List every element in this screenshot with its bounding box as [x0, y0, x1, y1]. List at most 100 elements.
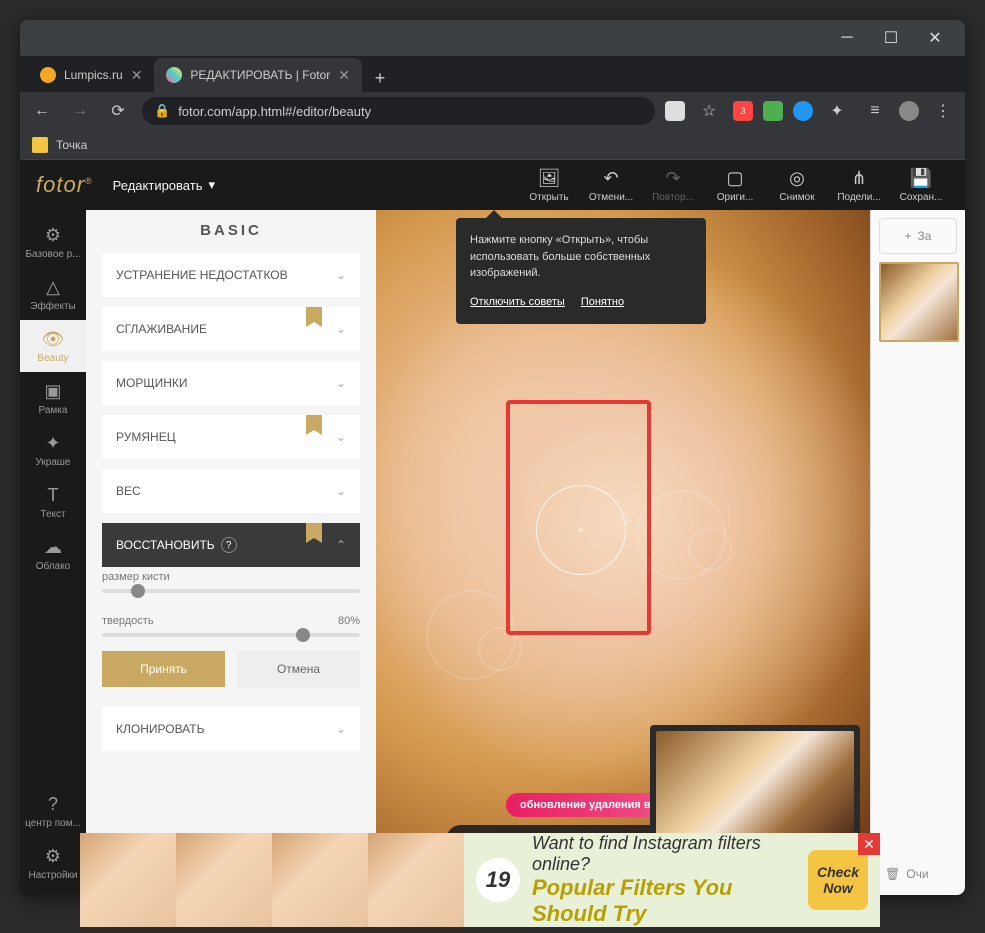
- url-input[interactable]: 🔒 fotor.com/app.html#/editor/beauty: [142, 97, 655, 125]
- cancel-button[interactable]: Отмена: [237, 651, 360, 687]
- gear-icon: ⚙: [45, 846, 61, 867]
- bookmarks-bar: Точка: [20, 130, 965, 160]
- chevron-up-icon: ⌃: [336, 538, 346, 552]
- browser-tabs: Lumpics.ru ✕ РЕДАКТИРОВАТЬ | Fotor ✕ +: [20, 56, 965, 92]
- sidebar-label: Базовое р...: [25, 249, 80, 260]
- apply-button[interactable]: Принять: [102, 651, 225, 687]
- side-nav: ⚙Базовое р... △Эффекты 👁Beauty ▣Рамка ✦У…: [20, 210, 86, 895]
- star-icon[interactable]: ☆: [695, 97, 723, 125]
- reading-list-icon[interactable]: ≡: [861, 97, 889, 125]
- cta-text: Now: [823, 880, 853, 896]
- brush-size-slider[interactable]: [102, 589, 360, 593]
- disable-hints-link[interactable]: Отключить советы: [470, 294, 565, 311]
- chevron-down-icon: ▾: [208, 177, 215, 193]
- got-it-link[interactable]: Понятно: [581, 294, 624, 311]
- chevron-down-icon: ⌄: [336, 484, 346, 498]
- upload-button[interactable]: + За: [879, 218, 957, 254]
- sidebar-item-effects[interactable]: △Эффекты: [20, 268, 86, 320]
- forward-button[interactable]: →: [66, 97, 94, 125]
- panel-item-restore[interactable]: ВОССТАНОВИТЬ?⌃: [102, 523, 360, 567]
- premium-badge-icon: [306, 415, 322, 435]
- hardness-slider[interactable]: [102, 633, 360, 637]
- minimize-button[interactable]: ─: [825, 23, 869, 53]
- share-button[interactable]: ⋔ Подели...: [831, 168, 887, 203]
- premium-badge-icon: [306, 307, 322, 327]
- back-button[interactable]: ←: [28, 97, 56, 125]
- original-button[interactable]: ▢Ориги...: [707, 168, 763, 203]
- chevron-down-icon: ⌄: [336, 322, 346, 336]
- panel-title: BASIC: [86, 222, 376, 239]
- premium-badge-icon: [306, 523, 322, 543]
- undo-button[interactable]: ↶Отмени...: [583, 168, 639, 203]
- redo-button[interactable]: ↷Повтор...: [645, 168, 701, 203]
- brush-cursor: +: [536, 485, 626, 575]
- address-bar: ← → ⟳ 🔒 fotor.com/app.html#/editor/beaut…: [20, 92, 965, 130]
- extensions-icon[interactable]: ✦: [823, 97, 851, 125]
- item-label: СГЛАЖИВАНИЕ: [116, 322, 207, 336]
- tool-label: Ориги...: [717, 192, 754, 203]
- sidebar-item-beauty[interactable]: 👁Beauty: [20, 320, 86, 372]
- tool-label: Повтор...: [652, 192, 694, 203]
- tool-label: Подели...: [837, 192, 880, 203]
- canvas-area[interactable]: + Нажмите кнопку «Открыть», чтобы исполь…: [376, 210, 870, 895]
- star-icon: ✦: [45, 433, 60, 454]
- extension-icon[interactable]: [793, 101, 813, 121]
- tab-close-icon[interactable]: ✕: [131, 67, 143, 84]
- sidebar-item-help[interactable]: ?центр пом...: [20, 785, 86, 837]
- help-icon[interactable]: ?: [221, 537, 237, 553]
- tool-label: Отмени...: [589, 192, 633, 203]
- browser-tab-lumpics[interactable]: Lumpics.ru ✕: [28, 58, 154, 92]
- share-icon: ⋔: [851, 168, 866, 189]
- url-text: fotor.com/app.html#/editor/beauty: [178, 104, 371, 119]
- save-button[interactable]: 💾 Сохран...: [893, 168, 949, 203]
- extension-icon[interactable]: [763, 101, 783, 121]
- open-button[interactable]: 🖼Открыть: [521, 168, 577, 203]
- clear-button[interactable]: 🗑 Очи: [879, 861, 957, 887]
- panel-item-blush[interactable]: РУМЯНЕЦ ⌄: [102, 415, 360, 459]
- trash-icon: 🗑: [885, 867, 900, 881]
- tab-title: Lumpics.ru: [64, 68, 123, 82]
- ad-cta-button[interactable]: Check Now: [808, 850, 868, 910]
- tool-label: Сохран...: [900, 192, 943, 203]
- profile-avatar[interactable]: [899, 101, 919, 121]
- sidebar-item-settings[interactable]: ⚙Настройки: [20, 837, 86, 889]
- menu-icon[interactable]: ⋮: [929, 97, 957, 125]
- sidebar-label: центр пом...: [25, 818, 81, 829]
- flask-icon: △: [46, 277, 60, 298]
- tab-favicon: [166, 67, 182, 83]
- beauty-panel: BASIC УСТРАНЕНИЕ НЕДОСТАТКОВ⌄ СГЛАЖИВАНИ…: [86, 210, 376, 895]
- sidebar-item-cloud[interactable]: ☁Облако: [20, 528, 86, 580]
- chevron-down-icon: ⌄: [336, 430, 346, 444]
- new-tab-button[interactable]: +: [366, 64, 394, 92]
- item-label: РУМЯНЕЦ: [116, 430, 176, 444]
- bookmark-item[interactable]: Точка: [56, 138, 87, 152]
- save-icon: 💾: [910, 168, 932, 189]
- tab-close-icon[interactable]: ✕: [338, 67, 350, 84]
- panel-item-wrinkles[interactable]: МОРЩИНКИ⌄: [102, 361, 360, 405]
- mode-dropdown[interactable]: Редактировать ▾: [113, 177, 215, 193]
- panel-item-weight[interactable]: ВЕС⌄: [102, 469, 360, 513]
- snapshot-button[interactable]: ◎Снимок: [769, 168, 825, 203]
- app-header: fotor Редактировать ▾ 🖼Открыть ↶Отмени..…: [20, 160, 965, 210]
- open-icon: 🖼: [538, 168, 561, 189]
- panel-item-smoothing[interactable]: СГЛАЖИВАНИЕ ⌄: [102, 307, 360, 351]
- slider-label: размер кисти: [102, 571, 170, 583]
- fotor-logo[interactable]: fotor: [36, 172, 93, 198]
- sidebar-item-frame[interactable]: ▣Рамка: [20, 372, 86, 424]
- cloud-icon: ☁: [44, 537, 62, 558]
- panel-item-blemish[interactable]: УСТРАНЕНИЕ НЕДОСТАТКОВ⌄: [102, 253, 360, 297]
- maximize-button[interactable]: ☐: [869, 23, 913, 53]
- sidebar-item-text[interactable]: TТекст: [20, 476, 86, 528]
- sidebar-label: Текст: [40, 509, 65, 520]
- image-thumbnail[interactable]: [879, 262, 959, 342]
- sidebar-item-stickers[interactable]: ✦Украше: [20, 424, 86, 476]
- reload-button[interactable]: ⟳: [104, 97, 132, 125]
- ad-close-button[interactable]: ✕: [858, 833, 880, 855]
- extension-icon[interactable]: 3: [733, 101, 753, 121]
- panel-item-clone[interactable]: КЛОНИРОВАТЬ⌄: [102, 707, 360, 751]
- sidebar-item-basic[interactable]: ⚙Базовое р...: [20, 216, 86, 268]
- browser-tab-fotor[interactable]: РЕДАКТИРОВАТЬ | Fotor ✕: [154, 58, 362, 92]
- close-button[interactable]: ✕: [913, 23, 957, 53]
- item-label: УСТРАНЕНИЕ НЕДОСТАТКОВ: [116, 268, 288, 282]
- translate-icon[interactable]: [665, 101, 685, 121]
